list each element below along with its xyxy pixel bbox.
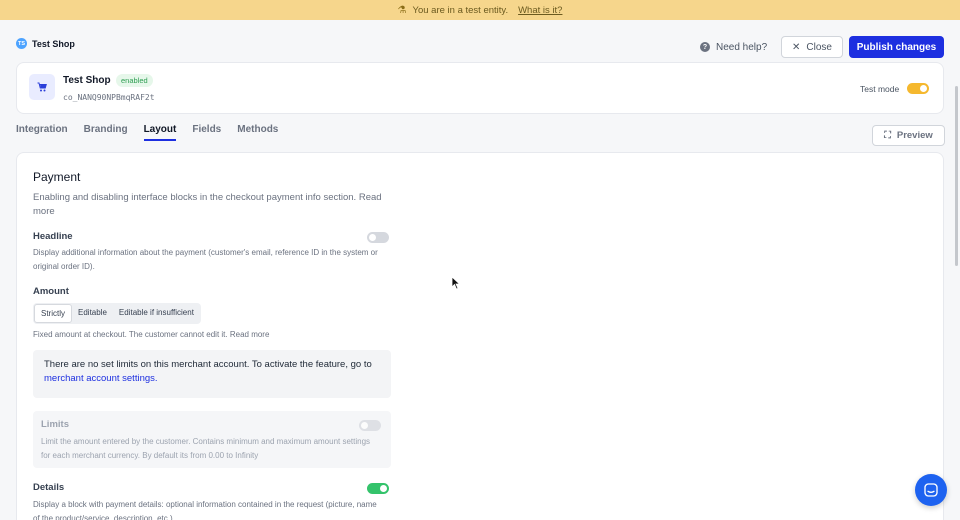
question-icon: ? (700, 42, 710, 52)
need-help-button[interactable]: ? Need help? (700, 36, 767, 58)
payment-description: Enabling and disabling interface blocks … (33, 192, 382, 217)
details-toggle[interactable] (367, 483, 389, 494)
amount-description: Fixed amount at checkout. The customer c… (33, 330, 270, 339)
expand-icon: ⛶ (884, 130, 891, 141)
shop-card: Test Shop enabled co_NANQ90NPBmqRAF2t Te… (16, 62, 944, 114)
payment-title: Payment (33, 170, 81, 184)
notice-text: There are no set limits on this merchant… (44, 359, 372, 370)
test-entity-banner: ⚗ You are in a test entity. What is it? (0, 0, 960, 20)
close-button[interactable]: ✕ Close (781, 36, 843, 58)
amount-option-editable[interactable]: Editable (72, 304, 113, 323)
tab-branding[interactable]: Branding (84, 124, 128, 141)
shop-switcher-name: Test Shop (32, 38, 75, 49)
shop-name: Test Shop (63, 75, 111, 86)
close-label: Close (806, 41, 832, 53)
tab-layout[interactable]: Layout (143, 124, 177, 141)
preview-button[interactable]: ⛶ Preview (872, 125, 945, 146)
details-description: Display a block with payment details: op… (33, 500, 377, 520)
publish-changes-button[interactable]: Publish changes (849, 36, 944, 58)
mouse-cursor-icon (451, 276, 461, 290)
merchant-settings-link[interactable]: merchant account settings. (44, 373, 158, 384)
tab-methods[interactable]: Methods (237, 124, 278, 141)
headline-description: Display additional information about the… (33, 248, 378, 271)
shop-id: co_NANQ90NPBmqRAF2t (63, 93, 155, 102)
status-badge: enabled (116, 74, 153, 87)
limits-description: Limit the amount entered by the customer… (41, 437, 371, 460)
payment-panel: Payment Enabling and disabling interface… (16, 152, 944, 520)
headline-title: Headline (33, 231, 73, 242)
close-icon: ✕ (792, 41, 801, 53)
headline-toggle[interactable] (367, 232, 389, 243)
top-bar: TS Test Shop ? Need help? ✕ Close Publis… (16, 36, 944, 58)
amount-option-editable-if-insufficient[interactable]: Editable if insufficient (113, 304, 200, 323)
flask-icon: ⚗ (397, 4, 407, 16)
cart-icon (29, 74, 55, 100)
shop-avatar: TS (16, 38, 27, 49)
shop-switcher[interactable]: TS Test Shop (16, 38, 75, 49)
chat-support-button[interactable] (915, 474, 947, 506)
tab-fields[interactable]: Fields (192, 124, 221, 141)
amount-mode-selector: Strictly Editable Editable if insufficie… (33, 303, 201, 324)
limits-block: Limits Limit the amount entered by the c… (33, 411, 391, 468)
test-mode-label: Test mode (860, 84, 900, 94)
banner-text: You are in a test entity. (412, 4, 509, 16)
chat-icon (924, 483, 938, 497)
details-title: Details (33, 482, 65, 493)
need-help-label: Need help? (716, 41, 768, 53)
preview-label: Preview (896, 130, 933, 141)
test-mode-toggle[interactable] (907, 83, 929, 94)
limits-title: Limits (41, 419, 69, 430)
amount-title: Amount (33, 286, 69, 297)
tab-integration[interactable]: Integration (16, 124, 68, 141)
page-scrollbar[interactable] (955, 86, 958, 266)
limits-notice: There are no set limits on this merchant… (33, 350, 391, 398)
what-is-it-link[interactable]: What is it? (518, 5, 562, 16)
amount-option-strictly[interactable]: Strictly (34, 304, 72, 323)
settings-tabs: Integration Branding Layout Fields Metho… (16, 124, 278, 141)
limits-toggle[interactable] (359, 420, 381, 431)
